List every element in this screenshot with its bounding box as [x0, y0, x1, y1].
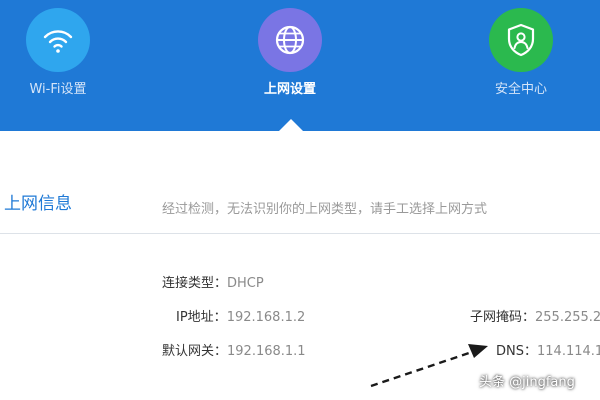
nav-wifi-label: Wi-Fi设置	[29, 82, 87, 97]
top-nav-bar: Wi-Fi设置 上网设置 安全中心	[0, 0, 600, 131]
nav-security-label: 安全中心	[494, 82, 547, 97]
nav-internet-circle	[258, 8, 322, 72]
shield-icon	[507, 23, 535, 57]
gateway-value: 192.168.1.1	[227, 344, 306, 359]
active-tab-pointer	[279, 119, 303, 131]
dns-label: DNS：	[496, 344, 537, 359]
detection-notice: 经过检测，无法识别你的上网类型，请手工选择上网方式	[162, 202, 488, 217]
subnet-mask-label: 子网掩码：	[470, 310, 536, 325]
ip-address-value: 192.168.1.2	[226, 310, 306, 325]
nav-internet-settings[interactable]: 上网设置	[215, 8, 365, 118]
watermark: 头条 @jingfang	[479, 375, 575, 390]
globe-icon	[275, 25, 305, 55]
nav-security-center[interactable]: 安全中心	[446, 8, 596, 118]
section-divider	[0, 233, 600, 234]
connection-type-label: 连接类型：	[162, 276, 228, 291]
nav-wifi-circle	[26, 8, 90, 72]
subnet-mask-row: 子网掩码：255.255.2	[470, 306, 600, 325]
nav-wifi-settings[interactable]: Wi-Fi设置	[0, 8, 133, 118]
subnet-mask-value: 255.255.2	[535, 310, 600, 325]
nav-internet-label: 上网设置	[263, 82, 316, 97]
ip-address-label: IP地址：	[176, 310, 227, 325]
gateway-row: 默认网关：192.168.1.1	[162, 340, 306, 359]
wifi-icon	[43, 30, 73, 53]
ip-address-row: IP地址：192.168.1.2	[176, 306, 305, 325]
annotation-arrow	[370, 344, 488, 388]
nav-security-circle	[489, 8, 553, 72]
gateway-label: 默认网关：	[162, 344, 228, 359]
connection-type-row: 连接类型：DHCP	[162, 272, 264, 291]
dns-value: 114.114.1	[537, 344, 600, 359]
section-title: 上网信息	[4, 194, 72, 214]
connection-type-value: DHCP	[227, 276, 264, 291]
dns-row: DNS：114.114.1	[496, 340, 600, 359]
